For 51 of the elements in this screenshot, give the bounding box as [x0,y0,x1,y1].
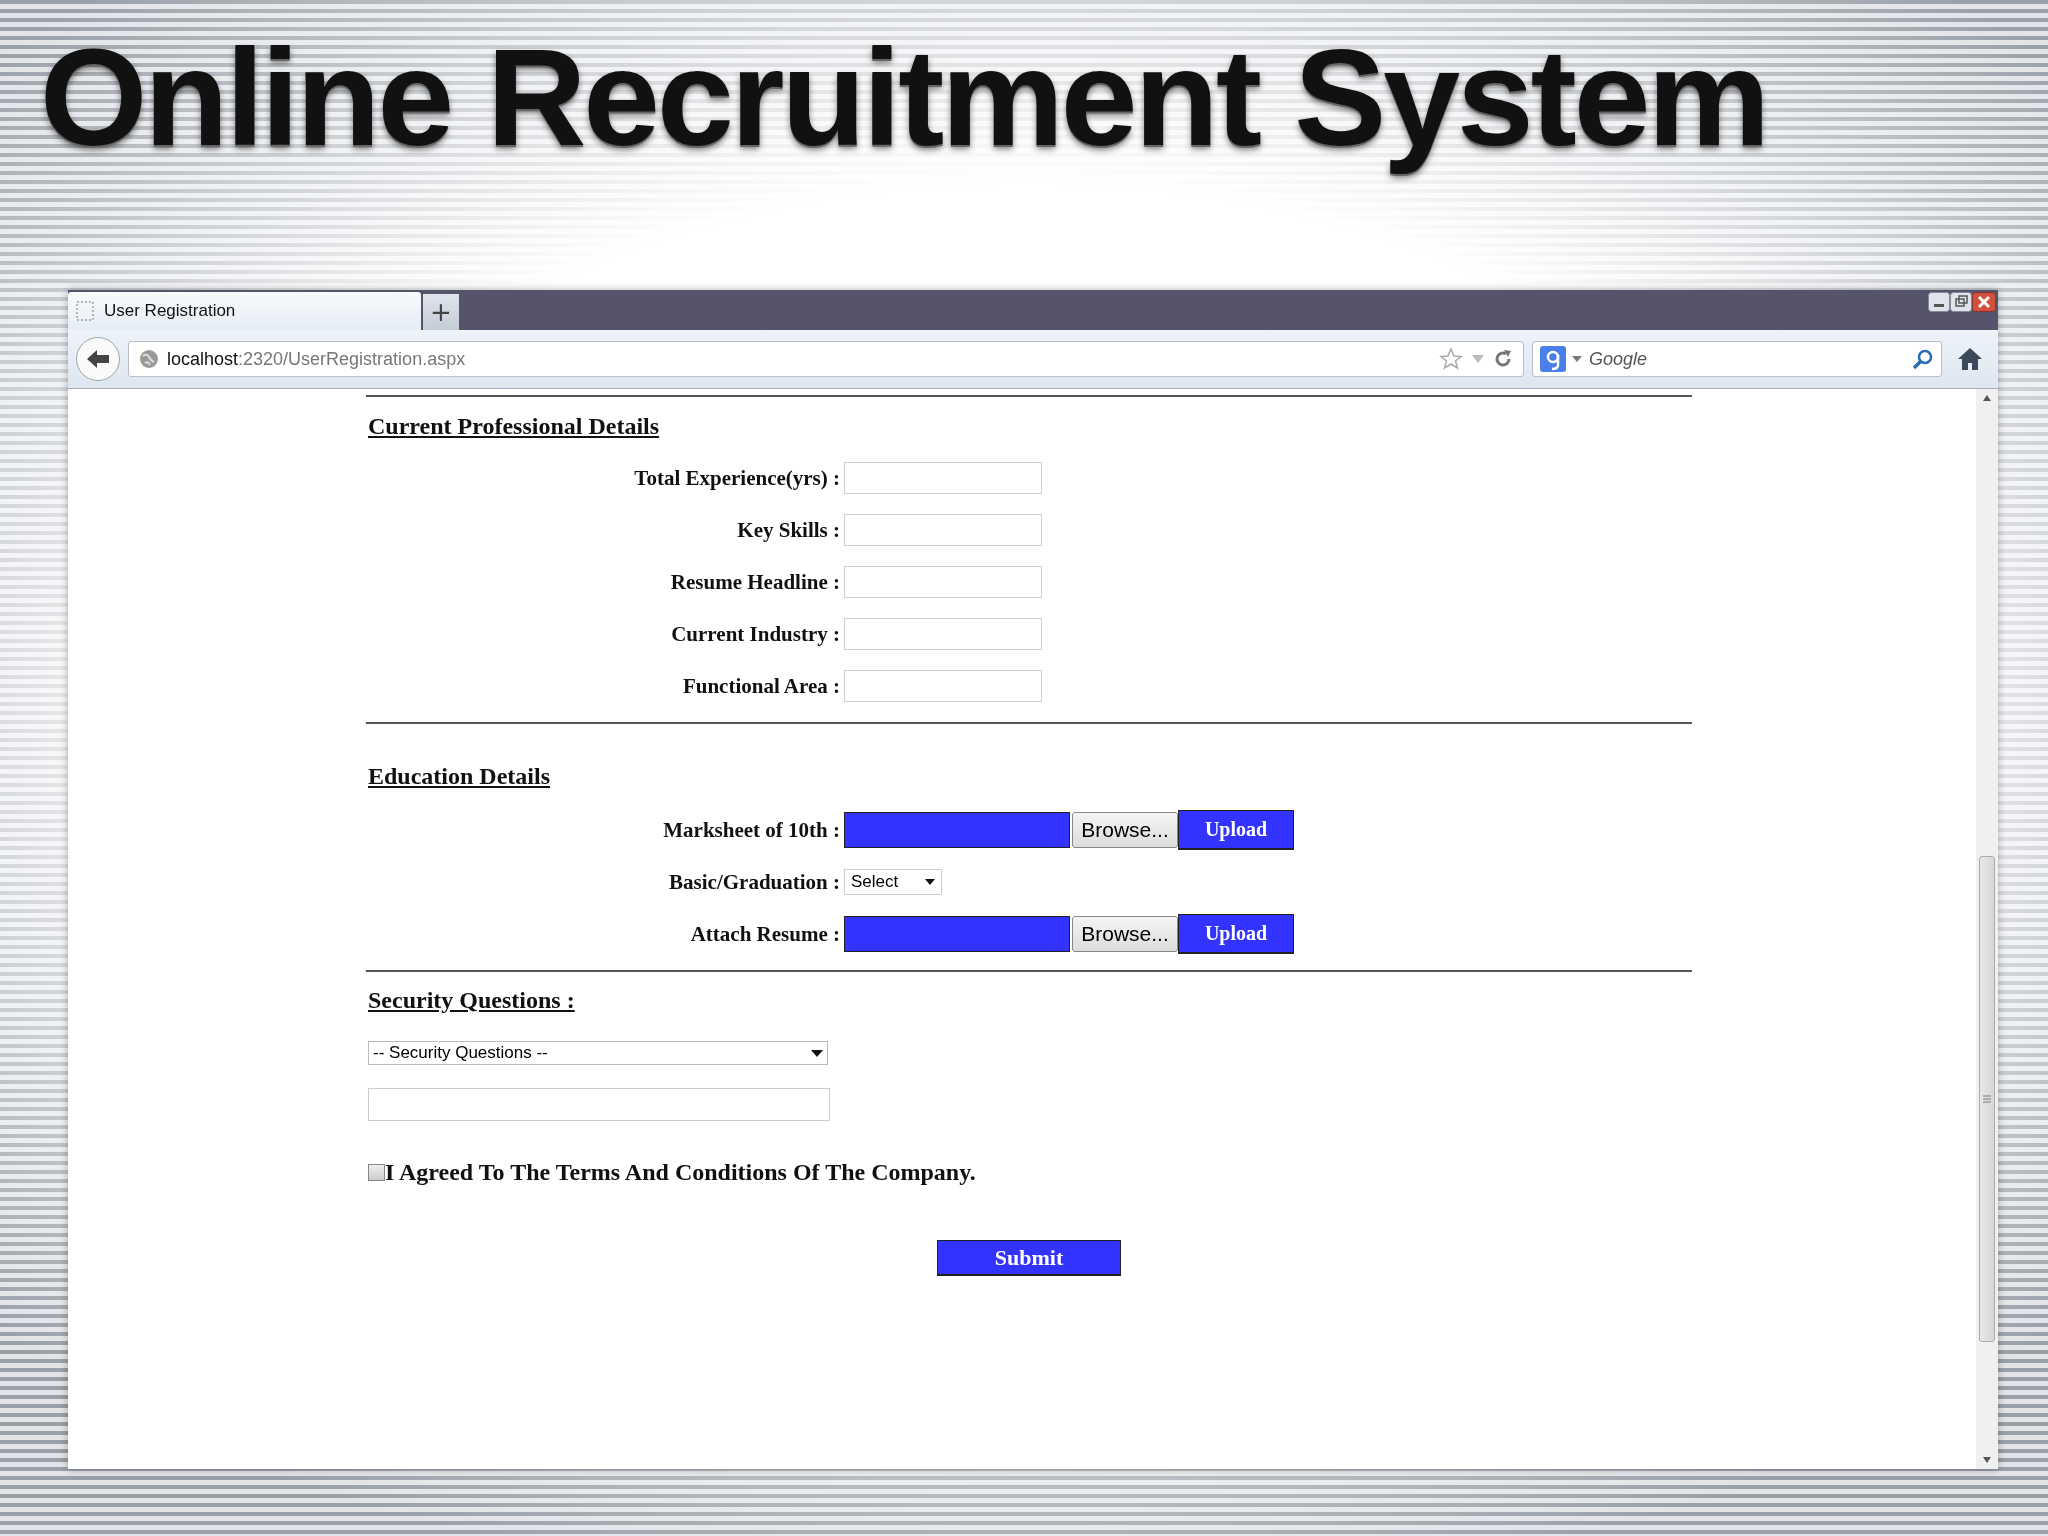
section-heading: Current Professional Details [368,412,660,441]
search-engine-icon[interactable] [1540,346,1566,372]
field-label: Total Experience(yrs) : [633,465,840,491]
minimize-icon[interactable] [1928,292,1950,312]
upload-button[interactable]: Upload [1178,810,1294,850]
security-question-dropdown[interactable]: -- Security Questions -- [368,1041,828,1065]
upload-button[interactable]: Upload [1178,914,1294,954]
text-field[interactable] [844,566,1042,598]
field-label: Current Industry : [670,621,840,647]
dropdown-icon[interactable] [1471,353,1485,365]
restore-icon[interactable] [1950,292,1972,312]
grip-icon [1983,1094,1991,1104]
home-icon[interactable] [1957,347,1983,371]
scrollbar[interactable] [1976,389,1998,1469]
text-field[interactable] [844,618,1042,650]
section-heading: Security Questions : [368,986,575,1015]
dropdown[interactable]: Select [844,869,942,895]
globe-icon [139,349,159,369]
caret-icon [811,1049,823,1057]
section-heading: Education Details [368,762,550,791]
slide-title: Online Recruitment System [40,19,1768,174]
text-field[interactable] [844,462,1042,494]
browser-tab[interactable]: User Registration [68,292,421,330]
close-icon[interactable] [1972,292,1996,312]
text-field[interactable] [844,670,1042,702]
new-tab-button[interactable]: + [423,294,459,330]
field-label: Marksheet of 10th : [662,817,840,843]
field-label: Resume Headline : [669,569,840,595]
answer-field[interactable] [368,1088,830,1121]
search-field[interactable]: Google [1532,341,1942,377]
file-field[interactable] [844,812,1070,848]
submit-button[interactable]: Submit [937,1240,1121,1276]
text-field[interactable] [844,514,1042,546]
field-label: Basic/Graduation : [668,869,840,895]
back-button[interactable] [76,337,120,381]
page-icon [76,301,94,321]
arrow-icon [85,348,111,370]
browse-button[interactable]: Browse... [1072,812,1178,848]
search-icon[interactable] [1912,348,1934,370]
browse-button[interactable]: Browse... [1072,916,1178,952]
checkbox[interactable] [368,1163,385,1181]
file-field[interactable] [844,916,1070,952]
reload-icon[interactable] [1493,349,1513,369]
star-icon[interactable] [1439,347,1463,371]
caret-icon [925,879,935,885]
field-label: Functional Area : [681,673,840,699]
address-bar[interactable]: localhost:2320/UserRegistration.aspx [128,341,1524,377]
field-label: Key Skills : [736,517,840,543]
terms-label: I Agreed To The Terms And Conditions Of The Company. [385,1158,976,1186]
caret-icon[interactable] [1572,355,1582,363]
field-label: Attach Resume : [689,921,840,947]
